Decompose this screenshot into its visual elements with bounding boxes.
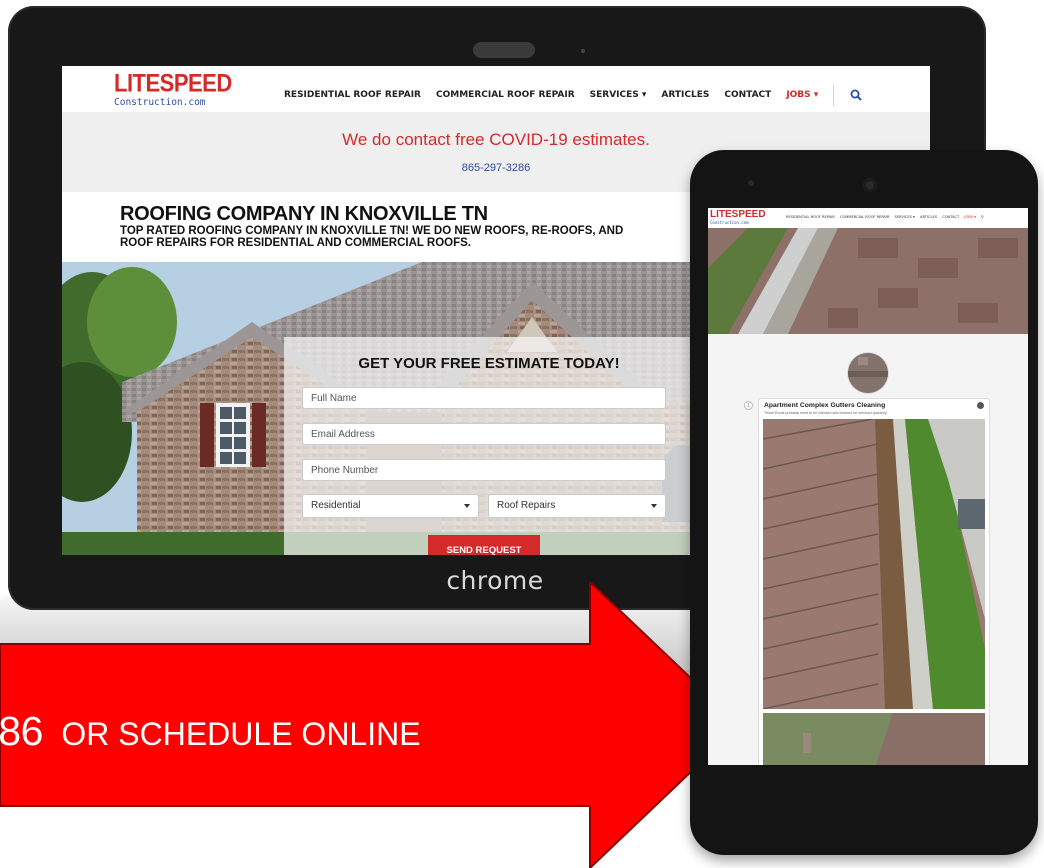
page-title: ROOFING COMPANY IN KNOXVILLE TN bbox=[120, 203, 488, 225]
mobile-nav-commercial[interactable]: COMMERCIAL ROOF REPAIR bbox=[840, 215, 889, 219]
send-request-button[interactable]: SEND REQUEST bbox=[428, 535, 540, 555]
job-card-description: These Roofs probably need to be checked … bbox=[764, 411, 888, 415]
full-name-input[interactable]: Full Name bbox=[302, 387, 666, 409]
mobile-logo-domain: Construction.com bbox=[710, 220, 749, 225]
chevron-down-icon bbox=[464, 504, 470, 508]
site-navbar: LITESPEED Construction.com RESIDENTIAL R… bbox=[62, 66, 930, 113]
mobile-nav-menu: RESIDENTIAL ROOF REPAIR COMMERCIAL ROOF … bbox=[786, 215, 988, 219]
nav-menu: RESIDENTIAL ROOF REPAIR COMMERCIAL ROOF … bbox=[284, 84, 863, 106]
logo-wordmark: LITESPEED bbox=[114, 68, 232, 98]
roof-photo-next[interactable] bbox=[763, 713, 985, 765]
banner-phone-fragment: 286 bbox=[0, 708, 43, 754]
search-icon[interactable] bbox=[850, 89, 863, 101]
mobile-nav-articles[interactable]: ARTICLES bbox=[920, 215, 937, 219]
form-title: GET YOUR FREE ESTIMATE TODAY! bbox=[358, 355, 620, 372]
phone-sensor-icon bbox=[748, 180, 754, 186]
mobile-nav-residential[interactable]: RESIDENTIAL ROOF REPAIR bbox=[786, 215, 835, 219]
nav-articles[interactable]: ARTICLES bbox=[661, 90, 709, 100]
job-card: Apartment Complex Gutters Cleaning These… bbox=[758, 398, 990, 765]
nav-services[interactable]: SERVICES ▾ bbox=[590, 90, 647, 100]
mobile-navbar: LITESPEED Construction.com RESIDENTIAL R… bbox=[708, 208, 1028, 229]
mobile-search-icon[interactable]: ⚲ bbox=[981, 215, 984, 219]
nav-residential-roof-repair[interactable]: RESIDENTIAL ROOF REPAIR bbox=[284, 90, 421, 100]
property-type-select[interactable]: Residential bbox=[302, 494, 479, 518]
banner-text: 286 OR SCHEDULE ONLINE bbox=[0, 708, 431, 755]
covid-announcement: We do contact free COVID-19 estimates. bbox=[342, 130, 650, 149]
mobile-nav-contact[interactable]: CONTACT bbox=[942, 215, 959, 219]
nav-contact[interactable]: CONTACT bbox=[724, 90, 771, 100]
site-logo[interactable]: LITESPEED Construction.com bbox=[114, 68, 232, 108]
collapse-toggle-icon[interactable] bbox=[977, 402, 984, 409]
service-type-select[interactable]: Roof Repairs bbox=[488, 494, 666, 518]
mobile-nav-jobs[interactable]: JOBS ▾ bbox=[964, 215, 976, 219]
job-avatar[interactable] bbox=[848, 353, 888, 393]
email-input[interactable]: Email Address bbox=[302, 423, 666, 445]
phone-camera-icon bbox=[863, 178, 877, 192]
phone-screen: LITESPEED Construction.com RESIDENTIAL R… bbox=[708, 208, 1028, 765]
estimate-form: GET YOUR FREE ESTIMATE TODAY! Full Name … bbox=[284, 337, 694, 555]
webcam-icon bbox=[473, 42, 535, 58]
card-index-badge: 1 bbox=[744, 401, 753, 410]
smartphone: LITESPEED Construction.com RESIDENTIAL R… bbox=[690, 150, 1038, 855]
phone-input[interactable]: Phone Number bbox=[302, 459, 666, 481]
nav-divider bbox=[833, 84, 835, 106]
mobile-logo[interactable]: LITESPEED bbox=[710, 210, 766, 220]
property-type-value: Residential bbox=[311, 500, 361, 511]
mobile-nav-services[interactable]: SERVICES ▾ bbox=[894, 215, 914, 219]
chevron-down-icon bbox=[651, 504, 657, 508]
sensor-icon bbox=[581, 49, 585, 53]
banner-schedule-online[interactable]: OR SCHEDULE ONLINE bbox=[61, 716, 420, 752]
logo-domain: Construction.com bbox=[114, 97, 206, 108]
nav-commercial-roof-repair[interactable]: COMMERCIAL ROOF REPAIR bbox=[436, 90, 575, 100]
nav-jobs[interactable]: JOBS ▾ bbox=[786, 90, 818, 100]
roof-photo-top bbox=[708, 228, 1028, 334]
service-type-value: Roof Repairs bbox=[497, 500, 556, 511]
job-card-title: Apartment Complex Gutters Cleaning bbox=[764, 402, 886, 409]
page-subtitle: TOP RATED ROOFING COMPANY IN KNOXVILLE T… bbox=[120, 225, 624, 249]
gutter-photo[interactable] bbox=[763, 419, 985, 709]
